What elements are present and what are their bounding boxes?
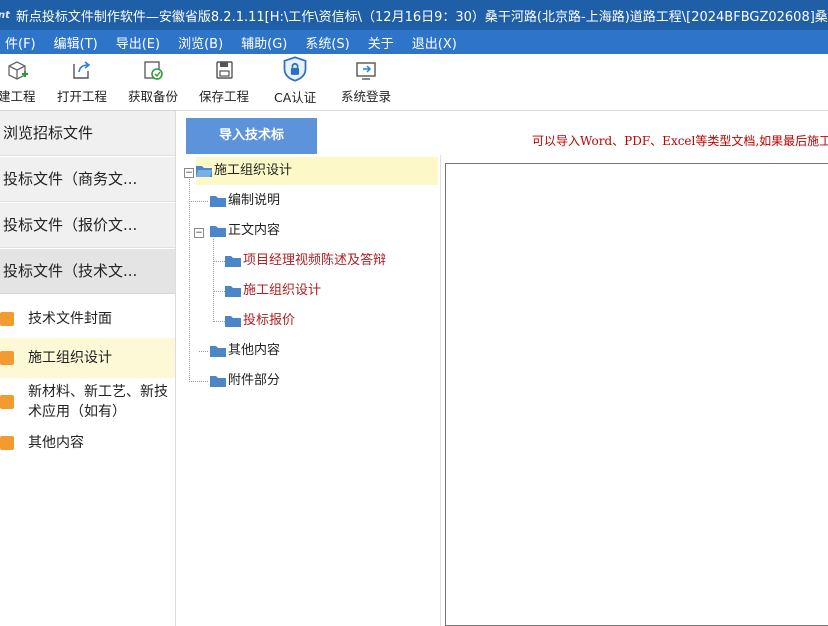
menu-bar: 件(F) 编辑(T) 导出(E) 浏览(B) 辅助(G) 系统(S) 关于 退出…: [0, 30, 828, 54]
tree-node-label: 其他内容: [228, 343, 281, 358]
get-backup-label: 获取备份: [128, 89, 179, 104]
menu-edit[interactable]: 编辑(T): [43, 33, 109, 52]
tree-node-body-content[interactable]: 正文内容: [210, 220, 280, 242]
menu-file[interactable]: 件(F): [0, 33, 47, 52]
sidebar-item-new-materials[interactable]: 新材料、新工艺、新技 术应用（如有）: [0, 382, 175, 422]
sidebar-item-label: 施工组织设计: [28, 350, 112, 366]
menu-exit[interactable]: 退出(X): [401, 33, 468, 52]
new-project-label: 建工程: [0, 89, 36, 104]
tree-node-label: 附件部分: [228, 373, 281, 388]
tree-node-label: 项目经理视频陈述及答辩: [243, 253, 387, 268]
new-project-icon: [8, 61, 28, 80]
menu-about[interactable]: 关于: [357, 33, 405, 52]
get-backup-button[interactable]: 获取备份: [128, 58, 178, 108]
sidebar-item-label-line1: 新材料、新工艺、新技: [28, 384, 168, 400]
backup-icon: [144, 61, 163, 80]
tree-node-label: 正文内容: [228, 223, 281, 238]
tree-node-bid-quotation[interactable]: 投标报价: [225, 310, 295, 332]
sidebar: 浏览招标文件 投标文件（商务文... 投标文件（报价文... 投标文件（技术文.…: [0, 111, 176, 626]
sidebar-item-construction-design[interactable]: 施工组织设计: [0, 338, 175, 378]
menu-export[interactable]: 导出(E): [105, 33, 171, 52]
system-login-button[interactable]: 系统登录: [341, 58, 391, 108]
open-project-icon: [73, 61, 91, 79]
sidebar-header-technical[interactable]: 投标文件（技术文...: [0, 249, 175, 294]
sidebar-item-label: 其他内容: [28, 435, 84, 451]
folder-icon: [225, 256, 241, 267]
save-icon: [216, 61, 233, 79]
save-project-button[interactable]: 保存工程: [199, 58, 249, 108]
app-title: 新点投标文件制作软件—安徽省版8.2.1.11: [15, 9, 265, 25]
login-icon: [356, 62, 376, 80]
tree-node-label: 施工组织设计: [214, 163, 293, 178]
ca-auth-label: CA认证: [274, 90, 317, 105]
tree-node-construction-design[interactable]: 施工组织设计: [225, 280, 321, 302]
import-technical-bid-button[interactable]: 导入技术标: [186, 118, 317, 154]
sidebar-header-quotation[interactable]: 投标文件（报价文...: [0, 203, 175, 248]
search-icon: [0, 351, 14, 365]
menu-assist[interactable]: 辅助(G): [230, 33, 298, 52]
system-login-label: 系统登录: [341, 89, 392, 104]
shield-lock-icon: [283, 56, 307, 82]
menu-system[interactable]: 系统(S): [294, 33, 360, 52]
sidebar-header-business[interactable]: 投标文件（商务文...: [0, 157, 175, 202]
ca-auth-button[interactable]: CA认证: [274, 56, 317, 108]
menu-browse[interactable]: 浏览(B): [167, 33, 234, 52]
new-project-button[interactable]: 建工程: [0, 58, 36, 108]
sidebar-header-browse-tender[interactable]: 浏览招标文件: [0, 111, 175, 156]
folder-icon: [210, 376, 226, 387]
tree-node-compilation-notes[interactable]: 编制说明: [210, 190, 280, 212]
sidebar-item-label-line2: 术应用（如有）: [28, 404, 126, 420]
folder-icon: [225, 316, 241, 327]
tree-node-root[interactable]: 施工组织设计: [196, 160, 292, 182]
document-icon: [0, 312, 14, 326]
tree-node-attachments[interactable]: 附件部分: [210, 370, 280, 392]
toolbar: 建工程 打开工程 获取备份 保存工程 CA认证 系统登录: [0, 54, 828, 111]
tree-node-other-content[interactable]: 其他内容: [210, 340, 280, 362]
document-content-area[interactable]: [445, 163, 828, 626]
sidebar-item-tech-cover[interactable]: 技术文件封面: [0, 309, 175, 329]
outline-tree: − 施工组织设计 编制说明 − 正文内容 项目经理视频陈述及答辩 施工组织设计 …: [176, 155, 441, 626]
root-collapse-toggle[interactable]: −: [184, 168, 194, 178]
title-bar: nt 新点投标文件制作软件—安徽省版8.2.1.11 [H:\工作\资信标\（1…: [0, 0, 828, 30]
open-project-button[interactable]: 打开工程: [57, 58, 107, 108]
lock-icon: [0, 395, 14, 409]
folder-icon: [210, 226, 226, 237]
folder-icon: [225, 286, 241, 297]
body-collapse-toggle[interactable]: −: [194, 228, 204, 238]
sidebar-item-other-content[interactable]: 其他内容: [0, 433, 175, 453]
folder-icon: [210, 196, 226, 207]
tree-node-label: 投标报价: [243, 313, 296, 328]
project-path: [H:\工作\资信标\（12月16日9：30）桑干河路(北京路-上海路)道路工程…: [264, 9, 828, 25]
note-icon: [0, 436, 14, 450]
app-logo: nt: [0, 9, 10, 21]
import-hint: 可以导入Word、PDF、Excel等类型文档,如果最后施工组织: [532, 134, 828, 148]
sidebar-item-label: 技术文件封面: [28, 311, 112, 327]
tree-node-pm-video[interactable]: 项目经理视频陈述及答辩: [225, 250, 386, 272]
save-project-label: 保存工程: [199, 89, 250, 104]
folder-icon: [210, 346, 226, 357]
tree-node-label: 编制说明: [228, 193, 281, 208]
open-project-label: 打开工程: [57, 89, 108, 104]
folder-open-icon: [196, 166, 212, 177]
tree-node-label: 施工组织设计: [243, 283, 322, 298]
